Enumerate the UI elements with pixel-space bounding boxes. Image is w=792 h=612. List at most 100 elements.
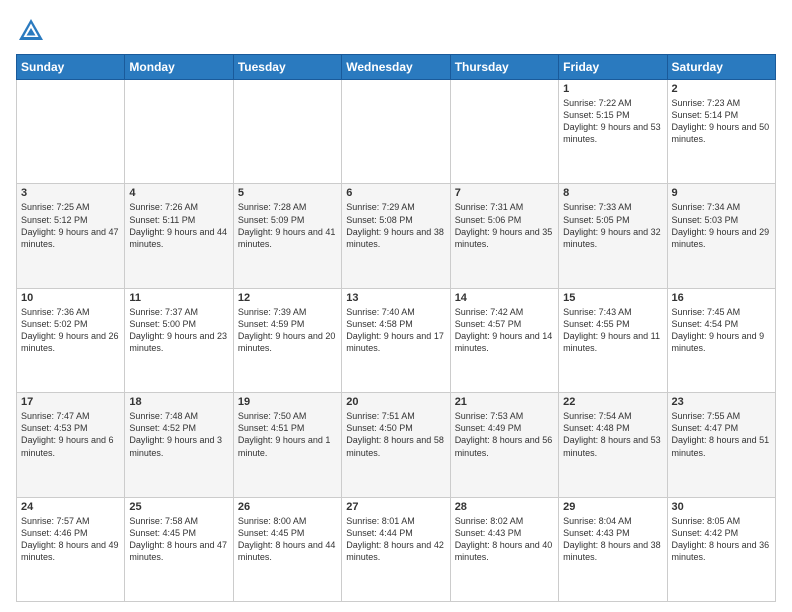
- day-number: 15: [563, 292, 662, 304]
- day-info: Sunrise: 8:01 AM Sunset: 4:44 PM Dayligh…: [346, 515, 445, 564]
- calendar-cell: 9Sunrise: 7:34 AM Sunset: 5:03 PM Daylig…: [667, 184, 775, 288]
- day-info: Sunrise: 8:05 AM Sunset: 4:42 PM Dayligh…: [672, 515, 771, 564]
- day-number: 7: [455, 187, 554, 199]
- day-number: 5: [238, 187, 337, 199]
- day-header-wednesday: Wednesday: [342, 55, 450, 80]
- day-info: Sunrise: 7:42 AM Sunset: 4:57 PM Dayligh…: [455, 306, 554, 355]
- calendar-cell: 4 Sunrise: 7:26 AM Sunset: 5:11 PM Daylig…: [125, 184, 233, 288]
- calendar-cell: 16 Sunrise: 7:45 AM Sunset: 4:54 PM Dayli…: [667, 288, 775, 392]
- calendar-cell: 29Sunrise: 8:04 AM Sunset: 4:43 PM Dayli…: [559, 497, 667, 601]
- day-number: 22: [563, 396, 662, 408]
- day-header-sunday: Sunday: [17, 55, 125, 80]
- day-info: Sunrise: 7:39 AM Sunset: 4:59 PM Dayligh…: [238, 306, 337, 355]
- day-info: Sunrise: 7:54 AM Sunset: 4:48 PM Dayligh…: [563, 410, 662, 459]
- day-number: 16: [672, 292, 771, 304]
- day-info: Sunrise: 7:43 AM Sunset: 4:55 PM Dayligh…: [563, 306, 662, 355]
- day-number: 20: [346, 396, 445, 408]
- calendar-cell: 15 Sunrise: 7:43 AM Sunset: 4:55 PM Dayli…: [559, 288, 667, 392]
- day-number: 6: [346, 187, 445, 199]
- day-info: Sunrise: 7:45 AM Sunset: 4:54 PM Dayligh…: [672, 306, 771, 355]
- day-number: 25: [129, 501, 228, 513]
- day-info: Sunrise: 7:37 AM Sunset: 5:00 PM Dayligh…: [129, 306, 228, 355]
- calendar-cell: [342, 80, 450, 184]
- calendar-week-2: 3Sunrise: 7:25 AM Sunset: 5:12 PM Daylig…: [17, 184, 776, 288]
- day-number: 23: [672, 396, 771, 408]
- day-number: 29: [563, 501, 662, 513]
- calendar-cell: [125, 80, 233, 184]
- day-number: 17: [21, 396, 120, 408]
- day-info: Sunrise: 7:34 AM Sunset: 5:03 PM Dayligh…: [672, 201, 771, 250]
- day-number: 27: [346, 501, 445, 513]
- day-info: Sunrise: 8:00 AM Sunset: 4:45 PM Dayligh…: [238, 515, 337, 564]
- header-row: SundayMondayTuesdayWednesdayThursdayFrid…: [17, 55, 776, 80]
- day-number: 30: [672, 501, 771, 513]
- day-number: 24: [21, 501, 120, 513]
- day-info: Sunrise: 7:48 AM Sunset: 4:52 PM Dayligh…: [129, 410, 228, 459]
- calendar-cell: 30 Sunrise: 8:05 AM Sunset: 4:42 PM Dayli…: [667, 497, 775, 601]
- day-info: Sunrise: 7:47 AM Sunset: 4:53 PM Dayligh…: [21, 410, 120, 459]
- calendar-cell: 21 Sunrise: 7:53 AM Sunset: 4:49 PM Dayli…: [450, 393, 558, 497]
- day-header-friday: Friday: [559, 55, 667, 80]
- day-info: Sunrise: 7:22 AM Sunset: 5:15 PM Dayligh…: [563, 97, 662, 146]
- day-info: Sunrise: 7:31 AM Sunset: 5:06 PM Dayligh…: [455, 201, 554, 250]
- day-header-thursday: Thursday: [450, 55, 558, 80]
- calendar-cell: 2 Sunrise: 7:23 AM Sunset: 5:14 PM Daylig…: [667, 80, 775, 184]
- calendar-cell: 25 Sunrise: 7:58 AM Sunset: 4:45 PM Dayli…: [125, 497, 233, 601]
- day-number: 11: [129, 292, 228, 304]
- calendar-cell: 7 Sunrise: 7:31 AM Sunset: 5:06 PM Daylig…: [450, 184, 558, 288]
- day-info: Sunrise: 7:55 AM Sunset: 4:47 PM Dayligh…: [672, 410, 771, 459]
- day-number: 26: [238, 501, 337, 513]
- day-number: 13: [346, 292, 445, 304]
- calendar-cell: 19Sunrise: 7:50 AM Sunset: 4:51 PM Dayli…: [233, 393, 341, 497]
- calendar-cell: 18 Sunrise: 7:48 AM Sunset: 4:52 PM Dayli…: [125, 393, 233, 497]
- day-info: Sunrise: 7:36 AM Sunset: 5:02 PM Dayligh…: [21, 306, 120, 355]
- day-info: Sunrise: 7:26 AM Sunset: 5:11 PM Dayligh…: [129, 201, 228, 250]
- day-number: 18: [129, 396, 228, 408]
- day-number: 28: [455, 501, 554, 513]
- calendar-cell: 1 Sunrise: 7:22 AM Sunset: 5:15 PM Daylig…: [559, 80, 667, 184]
- calendar-body: 1 Sunrise: 7:22 AM Sunset: 5:15 PM Daylig…: [17, 80, 776, 602]
- calendar-cell: 23 Sunrise: 7:55 AM Sunset: 4:47 PM Dayli…: [667, 393, 775, 497]
- logo-icon: [16, 16, 46, 46]
- day-header-monday: Monday: [125, 55, 233, 80]
- calendar-cell: 24Sunrise: 7:57 AM Sunset: 4:46 PM Dayli…: [17, 497, 125, 601]
- day-number: 21: [455, 396, 554, 408]
- day-info: Sunrise: 7:50 AM Sunset: 4:51 PM Dayligh…: [238, 410, 337, 459]
- day-info: Sunrise: 7:53 AM Sunset: 4:49 PM Dayligh…: [455, 410, 554, 459]
- calendar-cell: 22 Sunrise: 7:54 AM Sunset: 4:48 PM Dayli…: [559, 393, 667, 497]
- day-info: Sunrise: 7:23 AM Sunset: 5:14 PM Dayligh…: [672, 97, 771, 146]
- calendar-cell: 3Sunrise: 7:25 AM Sunset: 5:12 PM Daylig…: [17, 184, 125, 288]
- calendar-week-4: 17 Sunrise: 7:47 AM Sunset: 4:53 PM Dayli…: [17, 393, 776, 497]
- calendar-cell: 6 Sunrise: 7:29 AM Sunset: 5:08 PM Daylig…: [342, 184, 450, 288]
- calendar-cell: 17 Sunrise: 7:47 AM Sunset: 4:53 PM Dayli…: [17, 393, 125, 497]
- calendar-cell: 12Sunrise: 7:39 AM Sunset: 4:59 PM Dayli…: [233, 288, 341, 392]
- day-header-saturday: Saturday: [667, 55, 775, 80]
- calendar-cell: [17, 80, 125, 184]
- calendar-week-1: 1 Sunrise: 7:22 AM Sunset: 5:15 PM Daylig…: [17, 80, 776, 184]
- day-number: 3: [21, 187, 120, 199]
- calendar-cell: 13Sunrise: 7:40 AM Sunset: 4:58 PM Dayli…: [342, 288, 450, 392]
- calendar-cell: [450, 80, 558, 184]
- page: SundayMondayTuesdayWednesdayThursdayFrid…: [0, 0, 792, 612]
- calendar-cell: [233, 80, 341, 184]
- calendar-cell: 27 Sunrise: 8:01 AM Sunset: 4:44 PM Dayli…: [342, 497, 450, 601]
- day-number: 8: [563, 187, 662, 199]
- calendar-week-3: 10 Sunrise: 7:36 AM Sunset: 5:02 PM Dayli…: [17, 288, 776, 392]
- day-info: Sunrise: 7:28 AM Sunset: 5:09 PM Dayligh…: [238, 201, 337, 250]
- day-number: 1: [563, 83, 662, 95]
- calendar-week-5: 24Sunrise: 7:57 AM Sunset: 4:46 PM Dayli…: [17, 497, 776, 601]
- calendar-cell: 8Sunrise: 7:33 AM Sunset: 5:05 PM Daylig…: [559, 184, 667, 288]
- logo: [16, 16, 50, 46]
- calendar-cell: 14Sunrise: 7:42 AM Sunset: 4:57 PM Dayli…: [450, 288, 558, 392]
- day-number: 10: [21, 292, 120, 304]
- calendar-cell: 10 Sunrise: 7:36 AM Sunset: 5:02 PM Dayli…: [17, 288, 125, 392]
- header: [16, 16, 776, 46]
- day-info: Sunrise: 7:29 AM Sunset: 5:08 PM Dayligh…: [346, 201, 445, 250]
- day-number: 4: [129, 187, 228, 199]
- day-header-tuesday: Tuesday: [233, 55, 341, 80]
- day-number: 2: [672, 83, 771, 95]
- calendar: SundayMondayTuesdayWednesdayThursdayFrid…: [16, 54, 776, 602]
- calendar-header: SundayMondayTuesdayWednesdayThursdayFrid…: [17, 55, 776, 80]
- day-info: Sunrise: 7:58 AM Sunset: 4:45 PM Dayligh…: [129, 515, 228, 564]
- calendar-cell: 11 Sunrise: 7:37 AM Sunset: 5:00 PM Dayli…: [125, 288, 233, 392]
